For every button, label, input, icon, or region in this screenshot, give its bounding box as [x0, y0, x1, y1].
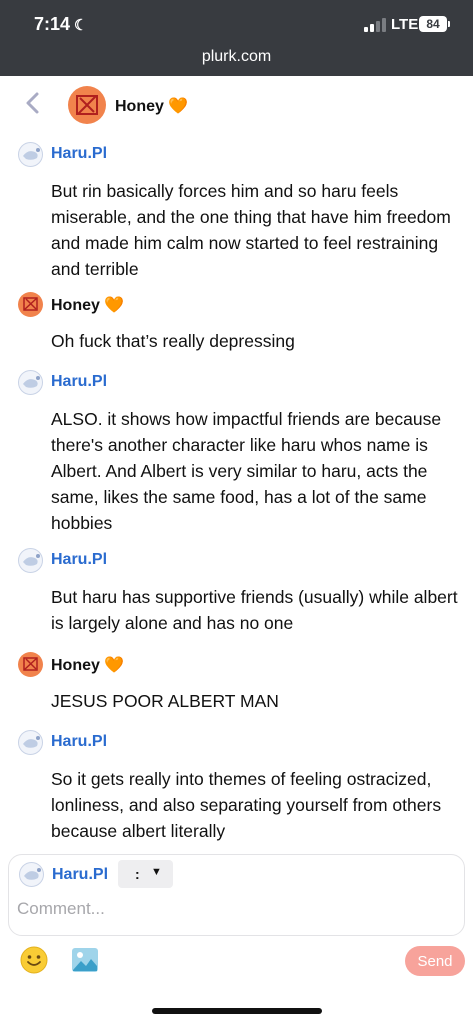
honey-avatar[interactable] — [18, 292, 43, 317]
page-title: Honey 🧡 — [115, 98, 189, 115]
image-upload-icon[interactable] — [71, 946, 99, 974]
honey-avatar[interactable] — [18, 652, 43, 677]
author-name[interactable]: Haru.Pl — [51, 733, 107, 751]
composer-author-name: Haru.Pl — [52, 866, 109, 883]
author-name[interactable]: Honey 🧡 — [51, 295, 124, 315]
haru-avatar[interactable] — [18, 142, 43, 167]
home-indicator — [152, 1008, 322, 1014]
author-name[interactable]: Haru.Pl — [51, 145, 107, 163]
message-text: ALSO. it shows how impactful friends are… — [51, 409, 442, 533]
author-name[interactable]: Honey 🧡 — [51, 655, 124, 675]
send-button[interactable]: Send — [405, 946, 465, 976]
message-text: JESUS POOR ALBERT MAN — [51, 691, 279, 711]
qualifier-value: : — [135, 866, 140, 882]
battery-icon: 84 — [419, 16, 450, 32]
message-text: Oh fuck that’s really depressing — [51, 331, 295, 351]
haru-avatar — [19, 862, 44, 887]
author-name[interactable]: Haru.Pl — [51, 373, 107, 391]
message-text: So it gets really into themes of feeling… — [51, 769, 442, 841]
chevron-down-icon: ▼ — [151, 866, 162, 878]
message-text: But rin basically forces him and so haru… — [51, 181, 451, 279]
haru-avatar[interactable] — [18, 370, 43, 395]
haru-avatar[interactable] — [18, 730, 43, 755]
status-time: 7:14 ☾ — [34, 14, 88, 34]
moon-icon: ☾ — [74, 17, 88, 34]
url-bar[interactable]: plurk.com — [0, 48, 473, 66]
browser-chrome: 7:14 ☾ LTE 84 plurk.com — [0, 0, 473, 76]
qualifier-dropdown[interactable]: : ▼ — [118, 860, 173, 888]
comment-input[interactable] — [17, 895, 457, 923]
honey-avatar[interactable] — [68, 86, 106, 124]
cellular-signal-icon — [364, 18, 386, 32]
message-list[interactable]: Haru.Pl But rin basically forces him and… — [0, 132, 473, 846]
comment-composer: Haru.Pl : ▼ — [8, 854, 465, 936]
network-label: LTE — [391, 16, 419, 33]
back-arrow-icon[interactable] — [22, 90, 44, 116]
emoji-icon[interactable] — [20, 946, 48, 974]
author-name[interactable]: Haru.Pl — [51, 551, 107, 569]
haru-avatar[interactable] — [18, 548, 43, 573]
message-text: But haru has supportive friends (usually… — [51, 587, 458, 633]
